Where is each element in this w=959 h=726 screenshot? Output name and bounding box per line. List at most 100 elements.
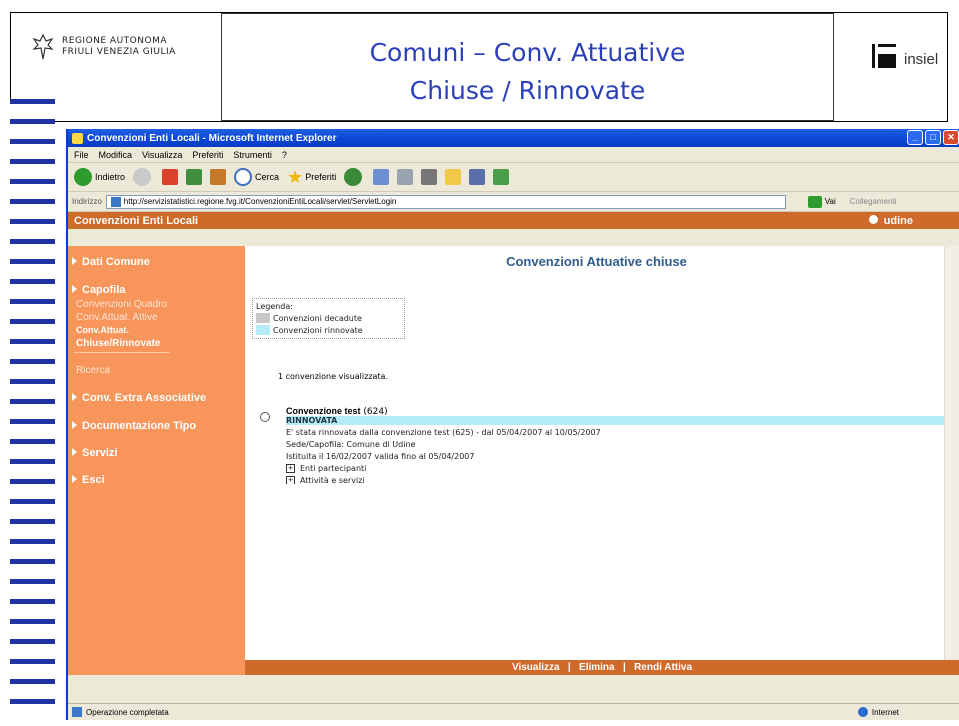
toolbar: Indietro Cerca ★ Preferiti	[68, 163, 959, 192]
convention-validity: Istituita il 16/02/2007 valida fino al 0…	[286, 452, 475, 461]
sidebar-label-esci: Esci	[82, 474, 105, 486]
mail-button[interactable]	[373, 169, 390, 185]
menu-visualizza[interactable]: Visualizza	[142, 150, 182, 160]
status-bar: Operazione completata Internet	[68, 703, 959, 720]
search-icon	[234, 168, 253, 186]
menu-file[interactable]: File	[74, 150, 89, 160]
enti-partecipanti-label: Enti partecipanti	[300, 464, 367, 473]
enti-partecipanti-toggle[interactable]: + Enti partecipanti	[286, 464, 366, 473]
menu-preferiti[interactable]: Preferiti	[192, 150, 223, 160]
back-icon	[74, 168, 92, 186]
attivita-servizi-toggle[interactable]: + Attività e servizi	[286, 476, 365, 484]
sidebar-item-ricerca[interactable]: Ricerca	[68, 364, 110, 377]
menu-modifica[interactable]: Modifica	[99, 150, 133, 160]
action-bar-links[interactable]: Visualizza | Elimina | Rendi Attiva	[512, 662, 692, 673]
convention-renewal-info: E' stata rinnovata dalla convenzione tes…	[286, 428, 601, 437]
menu-strumenti[interactable]: Strumenti	[233, 150, 272, 160]
back-button[interactable]: Indietro	[74, 168, 125, 186]
edit-icon	[421, 169, 438, 185]
chevron-right-icon	[72, 448, 77, 456]
window-titlebar[interactable]: Convenzioni Enti Locali - Microsoft Inte…	[68, 129, 959, 147]
star-icon: ★	[287, 166, 304, 187]
user-info[interactable]: udine	[868, 214, 913, 227]
messenger-icon	[493, 169, 510, 185]
frame-left-line	[10, 12, 11, 102]
legend-label-decadute: Convenzioni decadute	[273, 313, 362, 323]
stop-button[interactable]	[162, 169, 179, 185]
security-zone: Internet	[857, 707, 899, 717]
close-button[interactable]: ✕	[943, 130, 959, 145]
slide-title-line2: Chiuse / Rinnovate	[409, 76, 646, 105]
history-button[interactable]	[344, 168, 365, 186]
region-logo-text: REGIONE AUTONOMA FRIULI VENEZIA GIULIA	[62, 36, 176, 58]
status-badge: RINNOVATA	[286, 416, 945, 425]
folder-button[interactable]	[445, 169, 462, 185]
folder-icon	[445, 169, 462, 185]
sidebar-item-conv-chiuse-line1[interactable]: Conv.Attuat.	[68, 324, 129, 337]
links-button[interactable]: Collegamenti	[850, 197, 897, 206]
forward-button[interactable]	[133, 168, 154, 186]
print-icon	[397, 169, 414, 185]
insiel-logo-icon	[872, 44, 896, 68]
page-title: Convenzioni Attuative chiuse	[506, 254, 687, 269]
sidebar-item-capofila[interactable]: Capofila	[68, 284, 125, 296]
sidebar-item-dati-comune[interactable]: Dati Comune	[68, 256, 150, 268]
maximize-button[interactable]: □	[925, 130, 941, 145]
forward-icon	[133, 168, 152, 186]
browser-window: Convenzioni Enti Locali - Microsoft Inte…	[66, 129, 959, 720]
page-area: Dati Comune Capofila Convenzioni Quadro …	[68, 246, 959, 675]
search-label: Cerca	[255, 172, 280, 182]
messenger-button[interactable]	[493, 169, 510, 185]
research-button[interactable]	[469, 169, 486, 185]
attivita-servizi-label: Attività e servizi	[300, 476, 365, 484]
chevron-right-icon	[72, 421, 77, 429]
app-header-title: Convenzioni Enti Locali	[74, 214, 199, 227]
legend-swatch-decadute	[256, 313, 270, 323]
user-icon	[868, 214, 878, 224]
sidebar-item-conv-chiuse-line2[interactable]: Chiuse/Rinnovate	[68, 337, 160, 350]
convention-name-text: Convenzione test	[286, 406, 361, 416]
sidebar-item-esci[interactable]: Esci	[68, 474, 105, 486]
print-button[interactable]	[397, 169, 414, 185]
frame-right-line	[947, 12, 948, 122]
insiel-logo-text: insiel	[904, 51, 939, 68]
window-controls: _ □ ✕	[905, 130, 959, 145]
window-title: Convenzioni Enti Locali - Microsoft Inte…	[87, 132, 337, 144]
sidebar-item-conv-quadro[interactable]: Convenzioni Quadro	[68, 298, 167, 311]
convention-radio[interactable]	[260, 412, 270, 422]
expand-icon: +	[286, 476, 295, 484]
back-label: Indietro	[95, 172, 126, 182]
go-icon	[807, 195, 822, 208]
vertical-scrollbar[interactable]	[944, 246, 959, 675]
sidebar-label-capofila: Capofila	[82, 284, 126, 296]
home-icon	[210, 169, 227, 185]
address-url: http://servizistatistici.regione.fvg.it/…	[123, 197, 397, 206]
address-input[interactable]: http://servizistatistici.regione.fvg.it/…	[105, 194, 786, 209]
stop-icon	[162, 169, 179, 185]
user-name: udine	[883, 214, 913, 227]
menu-help[interactable]: ?	[282, 150, 287, 160]
history-icon	[344, 168, 363, 186]
legend-swatch-rinnovate	[256, 325, 270, 335]
chevron-right-icon	[72, 393, 77, 401]
refresh-icon	[186, 169, 203, 185]
home-button[interactable]	[210, 169, 227, 185]
insiel-logo: insiel	[872, 30, 938, 70]
favorites-button[interactable]: ★ Preferiti	[287, 167, 336, 188]
chevron-right-icon	[72, 257, 77, 265]
sidebar-item-conv-extra[interactable]: Conv. Extra Associative	[68, 392, 206, 404]
search-button[interactable]: Cerca	[234, 168, 279, 186]
sidebar-item-conv-attive[interactable]: Conv.Attuat. Attive	[68, 311, 158, 324]
legend-label-rinnovate: Convenzioni rinnovate	[273, 325, 363, 335]
ie-icon	[72, 132, 83, 144]
go-button[interactable]: Vai	[807, 195, 836, 208]
sidebar-item-documentazione[interactable]: Documentazione Tipo	[68, 420, 196, 432]
sidebar-item-servizi[interactable]: Servizi	[68, 447, 117, 459]
edit-button[interactable]	[421, 169, 438, 185]
refresh-button[interactable]	[186, 169, 203, 185]
status-text: Operazione completata	[86, 707, 169, 717]
sidebar-label-dati-comune: Dati Comune	[82, 256, 150, 268]
minimize-button[interactable]: _	[907, 130, 923, 145]
expand-icon: +	[286, 464, 295, 473]
convention-seat: Sede/Capofila: Comune di Udine	[286, 440, 416, 449]
